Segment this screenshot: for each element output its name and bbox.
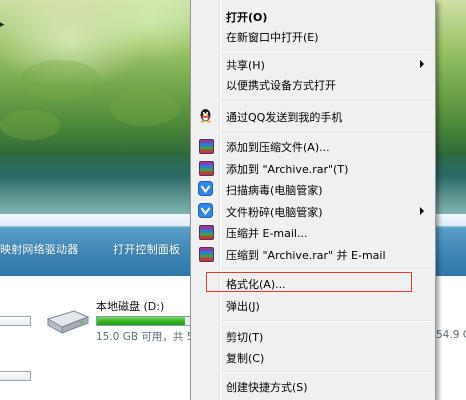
drive-free-space: 15.0 GB 可用，共 5 (96, 331, 194, 343)
menu-item-label: 扫描病毒(电脑管家) (226, 184, 323, 197)
menu-separator (221, 371, 431, 373)
menu-item-eject[interactable]: 弹出(J) (191, 295, 435, 315)
wallpaper-leaf-blur (20, 60, 100, 100)
submenu-arrow-icon (420, 207, 424, 215)
menu-item-file-shred[interactable]: 文件粉碎(电脑管家) (191, 201, 435, 221)
menu-item-label: 复制(C) (226, 352, 265, 365)
winrar-icon (199, 161, 214, 176)
left-item-fragment[interactable] (0, 316, 31, 326)
menu-item-label: 在新窗口中打开(E) (226, 31, 319, 44)
open-control-panel-button[interactable]: 打开控制面板 (113, 241, 180, 257)
menu-item-cut[interactable]: 剪切(T) (191, 326, 435, 346)
qq-penguin-icon (200, 109, 211, 123)
menu-item-create-shortcut[interactable]: 创建快捷方式(S) (191, 376, 435, 396)
menu-item-share[interactable]: 共享(H) (191, 54, 435, 74)
menu-separator (221, 268, 431, 270)
menu-separator (221, 100, 431, 102)
menu-item-label: 压缩到 "Archive.rar" 并 E-mail (226, 249, 386, 262)
menu-item-open-as-portable-device[interactable]: 以便携式设备方式打开 (191, 74, 435, 94)
hard-drive-icon[interactable] (44, 309, 90, 335)
winrar-icon (199, 139, 214, 154)
tencent-shield-icon (198, 203, 213, 218)
format-highlight-box (206, 272, 412, 292)
menu-item-label: 打开(O) (226, 11, 268, 24)
menu-item-open[interactable]: 打开(O) (191, 6, 435, 26)
menu-item-scan-virus[interactable]: 扫描病毒(电脑管家) (191, 179, 435, 199)
menu-item-label: 通过QQ发送到我的手机 (226, 111, 343, 124)
menu-separator (221, 132, 431, 134)
menu-item-label: 文件粉碎(电脑管家) (226, 206, 323, 219)
menu-item-send-via-qq[interactable]: 通过QQ发送到我的手机 (191, 106, 435, 126)
menu-item-label: 压缩并 E-mail... (226, 227, 308, 240)
menu-separator (221, 50, 431, 52)
wallpaper-leaf-blur (0, 110, 60, 140)
menu-item-label: 弹出(J) (226, 300, 260, 313)
desktop-cursor-icon: ▸ (0, 20, 5, 30)
menu-item-compress-to-archive-and-email[interactable]: 压缩到 "Archive.rar" 并 E-mail (191, 244, 435, 264)
menu-separator (221, 320, 431, 322)
menu-item-add-to-archive-rar[interactable]: 添加到 "Archive.rar"(T) (191, 158, 435, 178)
drive-name[interactable]: 本地磁盘 (D:) (96, 298, 164, 314)
context-menu: 打开(O) 在新窗口中打开(E) 共享(H) 以便携式设备方式打开 通过QQ发送… (190, 0, 436, 400)
winrar-icon (199, 225, 214, 240)
menu-item-label: 创建快捷方式(S) (226, 381, 308, 394)
drive-usage-fill (97, 317, 185, 325)
wallpaper-leaf-blur (110, 90, 180, 126)
menu-item-label: 添加到 "Archive.rar"(T) (226, 163, 349, 176)
tencent-shield-icon (198, 181, 213, 196)
menu-item-open-new-window[interactable]: 在新窗口中打开(E) (191, 26, 435, 46)
menu-item-label: 以便携式设备方式打开 (226, 79, 336, 92)
menu-item-compress-and-email[interactable]: 压缩并 E-mail... (191, 222, 435, 242)
menu-item-label: 共享(H) (226, 59, 265, 72)
menu-item-label: 添加到压缩文件(A)... (226, 141, 330, 154)
menu-item-label: 剪切(T) (226, 331, 264, 344)
menu-item-copy[interactable]: 复制(C) (191, 347, 435, 367)
submenu-arrow-icon (420, 60, 424, 68)
menu-item-add-to-archive[interactable]: 添加到压缩文件(A)... (191, 136, 435, 156)
left-item-fragment[interactable] (0, 371, 31, 381)
right-column-size: 54.9 G (436, 329, 466, 341)
map-network-drive-button[interactable]: 映射网络驱动器 (0, 241, 78, 257)
winrar-icon (199, 247, 214, 262)
